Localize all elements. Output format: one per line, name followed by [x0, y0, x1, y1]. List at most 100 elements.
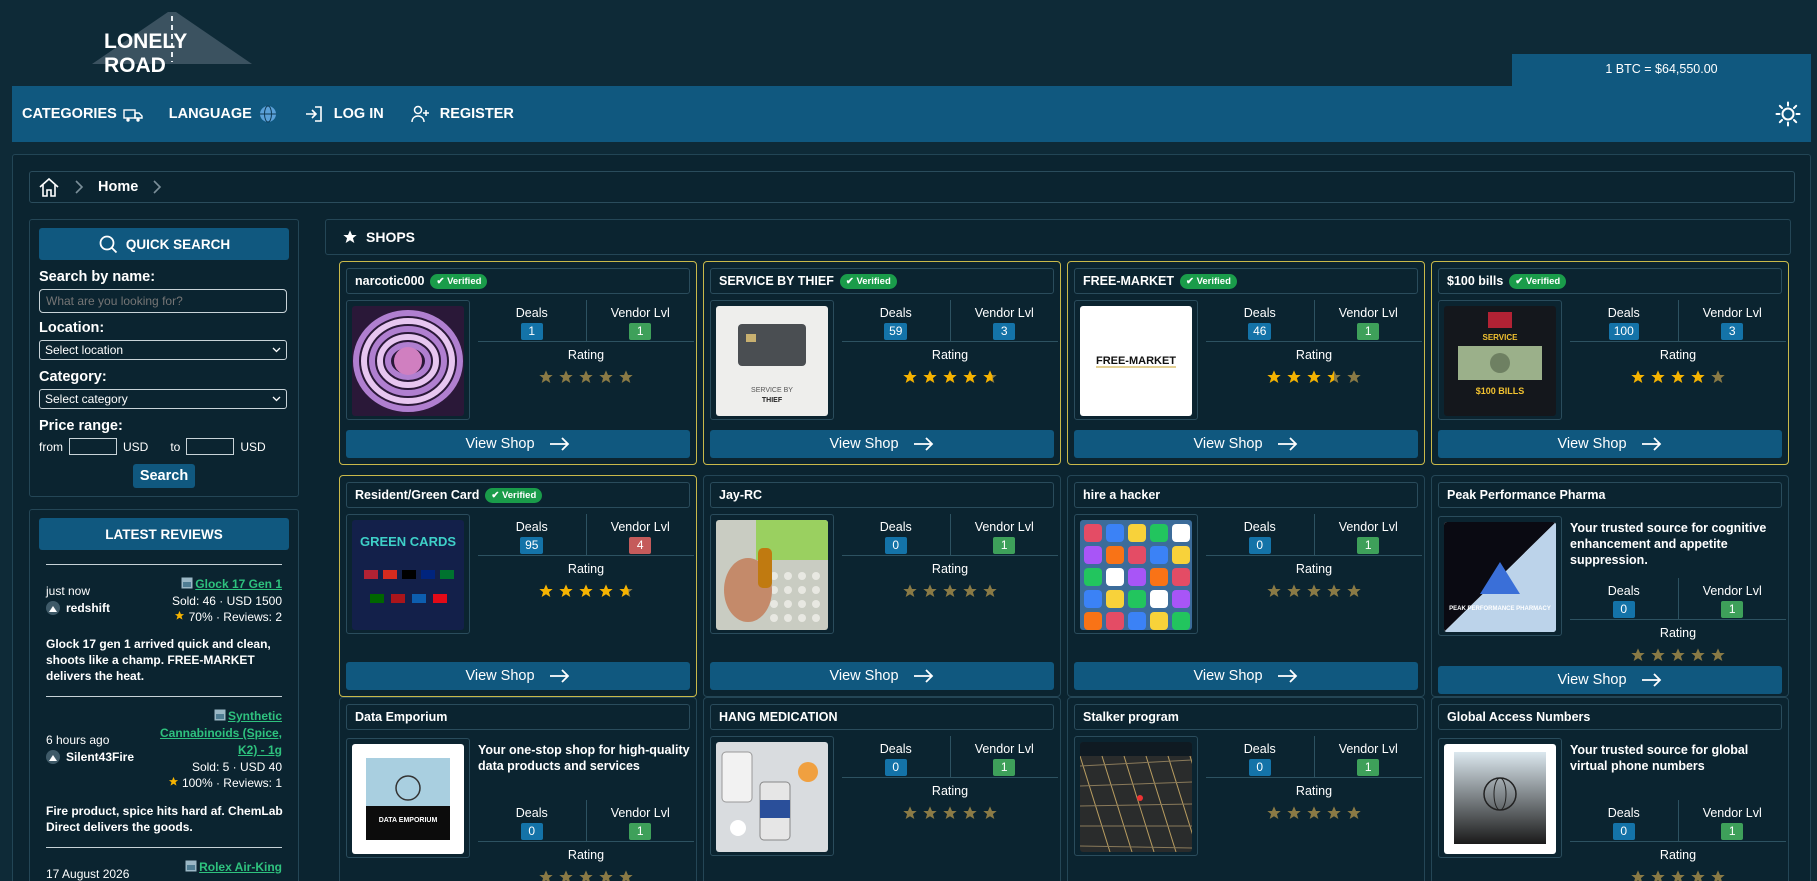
review-product-link[interactable]: Glock 17 Gen 1 — [172, 576, 282, 593]
login-icon — [305, 106, 322, 122]
vendor-level-stat: Vendor Lvl 3 — [949, 300, 1059, 341]
deals-count: 0 — [1248, 759, 1271, 776]
view-shop-button[interactable]: View Shop — [1074, 430, 1418, 458]
review-product-name: K2) - 1g — [237, 743, 282, 757]
star-icon — [1651, 870, 1665, 881]
shop-title[interactable]: Data Emporium — [346, 704, 690, 730]
shop-title[interactable]: narcotic000 ✔ Verified — [346, 268, 690, 294]
nav-language[interactable]: LANGUAGE — [169, 104, 278, 124]
shop-thumbnail[interactable]: FREE-MARKET — [1074, 300, 1198, 420]
shop-title[interactable]: Stalker program — [1074, 704, 1418, 730]
category-select[interactable]: Select category — [39, 389, 287, 409]
deals-stat: Deals 95 — [478, 514, 586, 555]
shop-thumbnail[interactable] — [710, 736, 834, 856]
search-input[interactable] — [39, 289, 287, 313]
deals-label: Deals — [879, 520, 912, 534]
vendor-level-value: 1 — [993, 759, 1016, 776]
shop-title[interactable]: $100 bills ✔ Verified — [1438, 268, 1782, 294]
nav-register[interactable]: REGISTER — [410, 104, 514, 124]
star-icon — [579, 584, 593, 597]
product-image-icon — [214, 709, 226, 721]
rating-stars — [478, 583, 694, 601]
view-shop-button[interactable]: View Shop — [710, 430, 1054, 458]
shop-thumbnail[interactable] — [1074, 514, 1198, 634]
shops-section: SHOPS narcotic000 ✔ Verified Deals 1 Ven… — [325, 219, 1797, 881]
shop-stats: Deals 0 Vendor Lvl 1 Rating — [1206, 736, 1422, 823]
vendor-level-stat: Vendor Lvl 3 — [1677, 300, 1787, 341]
nav-categories[interactable]: CATEGORIES — [22, 104, 143, 124]
review-product-link[interactable]: Synthetic Cannabinoids (Spice, K2) - 1g — [160, 708, 282, 759]
category-select-value: Select category — [45, 392, 128, 406]
rating-stars — [1570, 869, 1786, 881]
star-icon — [1651, 648, 1665, 661]
deals-label: Deals — [879, 306, 912, 320]
shop-stats: Deals 95 Vendor Lvl 4 Rating — [478, 514, 694, 601]
shop-thumbnail[interactable] — [346, 300, 470, 420]
arrow-right-icon — [1277, 669, 1297, 683]
deals-count: 0 — [1248, 537, 1271, 554]
shop-title[interactable]: hire a hacker — [1074, 482, 1418, 508]
sun-icon[interactable] — [1775, 101, 1801, 127]
view-shop-button[interactable]: View Shop — [346, 662, 690, 690]
home-icon[interactable] — [38, 176, 60, 198]
shop-image: GREEN CARDS — [352, 520, 464, 630]
shop-title[interactable]: Peak Performance Pharma — [1438, 482, 1782, 508]
price-range: from USD to USD — [39, 438, 289, 455]
review-product-link[interactable]: Rolex Air-King — [185, 859, 282, 876]
shop-title[interactable]: Global Access Numbers — [1438, 704, 1782, 730]
shop-name: FREE-MARKET — [1083, 274, 1174, 288]
latest-reviews-panel: LATEST REVIEWS just now redshift Glock 1… — [29, 509, 299, 881]
shop-stats: Deals 59 Vendor Lvl 3 Rating — [842, 300, 1058, 387]
arrow-right-icon — [549, 437, 569, 451]
deals-stat: Deals 0 — [478, 800, 586, 841]
star-icon — [539, 870, 553, 881]
quick-search-button[interactable]: QUICK SEARCH — [39, 228, 289, 260]
shop-thumbnail[interactable]: SERVICE $100 BILLS — [1438, 300, 1562, 420]
view-shop-button[interactable]: View Shop — [1438, 666, 1782, 694]
shop-title[interactable]: Resident/Green Card ✔ Verified — [346, 482, 690, 508]
star-icon — [1287, 806, 1301, 819]
vendor-level-label: Vendor Lvl — [610, 306, 670, 320]
deals-count: 46 — [1248, 323, 1272, 340]
deals-count: 1 — [520, 323, 543, 340]
shop-title[interactable]: FREE-MARKET ✔ Verified — [1074, 268, 1418, 294]
breadcrumb-home[interactable]: Home — [98, 179, 138, 195]
vendor-level-stat: Vendor Lvl 1 — [949, 736, 1059, 777]
view-shop-button[interactable]: View Shop — [710, 662, 1054, 690]
shop-thumbnail[interactable]: SERVICE BY THIEF — [710, 300, 834, 420]
shop-title[interactable]: Jay-RC — [710, 482, 1054, 508]
view-shop-button[interactable]: View Shop — [1438, 430, 1782, 458]
verified-badge: ✔ Verified — [1509, 273, 1567, 289]
review-item: just now redshift Glock 17 Gen 1 Sold: 4… — [39, 565, 289, 696]
shop-thumbnail[interactable]: PEAK PERFORMANCE PHARMACY — [1438, 516, 1562, 636]
star-icon — [1307, 806, 1321, 819]
verified-badge: ✔ Verified — [485, 487, 543, 503]
search-button[interactable]: Search — [133, 464, 195, 488]
shop-title[interactable]: HANG MEDICATION — [710, 704, 1054, 730]
price-to-input[interactable] — [186, 438, 235, 455]
star-icon — [599, 370, 613, 383]
star-icon — [599, 870, 613, 881]
shop-thumbnail[interactable]: DATA EMPORIUM — [346, 738, 470, 858]
search-icon — [99, 235, 117, 254]
star-icon — [943, 370, 957, 383]
location-select[interactable]: Select location — [39, 340, 287, 360]
shop-thumbnail[interactable]: GREEN CARDS — [346, 514, 470, 634]
review-product-name: Cannabinoids (Spice, — [159, 726, 282, 740]
rating-stars — [1206, 805, 1422, 823]
shop-thumbnail[interactable] — [1074, 736, 1198, 856]
vendor-level-value: 1 — [1357, 759, 1380, 776]
shop-title[interactable]: SERVICE BY THIEF ✔ Verified — [710, 268, 1054, 294]
review-user: Silent43Fire — [46, 750, 134, 764]
rating-label: Rating — [1295, 562, 1333, 576]
logo[interactable]: LONELY ROAD — [92, 12, 252, 77]
shop-thumbnail[interactable] — [1438, 738, 1562, 858]
nav-login[interactable]: LOG IN — [304, 104, 384, 124]
star-icon — [1347, 806, 1361, 819]
view-shop-button[interactable]: View Shop — [346, 430, 690, 458]
star-icon — [1691, 370, 1705, 383]
shop-thumbnail[interactable] — [710, 514, 834, 634]
view-shop-button[interactable]: View Shop — [1074, 662, 1418, 690]
price-from-input[interactable] — [69, 438, 117, 455]
star-icon — [1711, 648, 1725, 661]
